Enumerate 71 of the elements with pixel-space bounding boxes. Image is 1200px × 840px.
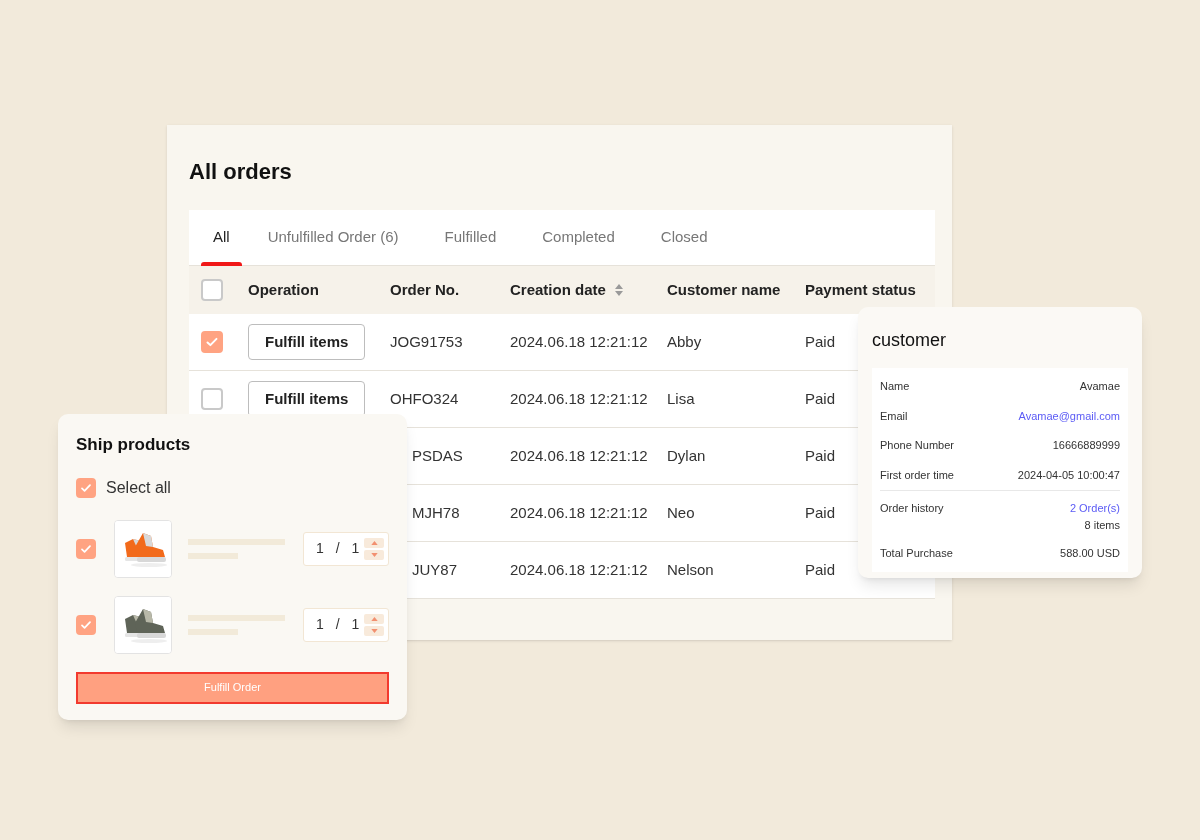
payment-status: Paid [805, 388, 836, 409]
payment-status: Paid [805, 502, 836, 523]
field-label: Phone Number [880, 438, 954, 453]
field-link[interactable]: Avamae@gmail.com [1018, 407, 1120, 424]
field-value: 588.00 USD [1060, 546, 1120, 561]
tab[interactable]: Unfulfilled Order (6) [255, 210, 411, 265]
field-label: Order history [880, 501, 944, 516]
customer-name: Nelson [667, 559, 714, 580]
creation-date: 2024.06.18 12:21:12 [510, 388, 648, 409]
fulfill-items-button[interactable]: Fulfill items [248, 381, 366, 417]
tab[interactable]: Closed [648, 210, 720, 265]
column-header: Operation [248, 279, 319, 300]
tab[interactable]: Fulfilled [432, 210, 509, 265]
checkbox[interactable] [76, 538, 96, 559]
creation-date: 2024.06.18 12:21:12 [510, 559, 648, 580]
customer-name: Dylan [667, 445, 706, 466]
creation-date: 2024.06.18 12:21:12 [510, 445, 648, 466]
column-header: Order No. [390, 279, 460, 300]
caret-up-icon [370, 540, 378, 545]
creation-date: 2024.06.18 12:21:12 [510, 331, 648, 352]
field-label: First order time [880, 467, 954, 483]
checkbox[interactable] [76, 477, 96, 498]
order-number: JOG91753 [390, 331, 463, 352]
field-note: 8 items [1084, 517, 1120, 533]
quantity-stepper[interactable]: 1 / 1 [303, 531, 389, 566]
field-label: Total Purchase [880, 546, 953, 561]
checkbox[interactable] [201, 331, 223, 353]
column-header: Creation date [510, 279, 606, 300]
panel-title: customer [872, 329, 947, 352]
field-value: 2024-04-05 10:00:47 [1017, 467, 1120, 483]
field-value: Avamae [1079, 379, 1120, 394]
column-header: Customer name [667, 279, 781, 300]
field-label: Email [880, 408, 908, 424]
column-header: Payment status [805, 279, 916, 300]
customer-name: Neo [667, 502, 695, 523]
increase-button[interactable] [364, 613, 384, 624]
order-number: JUY87 [412, 559, 458, 580]
payment-status: Paid [805, 331, 836, 352]
caret-down-icon [370, 628, 378, 633]
checkbox[interactable] [76, 614, 96, 635]
caret-down-icon [370, 552, 378, 557]
quantity-value: 1 / 1 [316, 615, 361, 634]
decrease-button[interactable] [364, 625, 384, 636]
quantity-stepper[interactable]: 1 / 1 [303, 607, 389, 642]
placeholder-bar [188, 552, 238, 559]
order-number: PSDAS [412, 445, 463, 466]
placeholder-bar [188, 628, 238, 635]
checkbox-label: Select all [106, 477, 171, 498]
quantity-value: 1 / 1 [316, 539, 361, 558]
checkbox[interactable] [201, 279, 223, 301]
customer-name: Abby [667, 331, 702, 352]
order-number: MJH78 [412, 502, 460, 523]
field-value: 16666889999 [1052, 438, 1120, 453]
field-label: Name [880, 379, 910, 394]
panel-title: Ship products [76, 434, 191, 456]
payment-status: Paid [805, 559, 836, 580]
decrease-button[interactable] [364, 549, 384, 560]
creation-date: 2024.06.18 12:21:12 [510, 502, 648, 523]
order-number: OHFO324 [390, 388, 459, 409]
tab[interactable]: Completed [530, 210, 627, 265]
tab[interactable]: All [201, 210, 242, 265]
field-link[interactable]: 2 Order(s) [1069, 500, 1120, 517]
increase-button[interactable] [364, 537, 384, 548]
customer-name: Lisa [667, 388, 695, 409]
active-tab-indicator [201, 262, 242, 266]
sort-icon[interactable] [613, 283, 624, 297]
page-title: All orders [189, 158, 292, 186]
fulfill-items-button[interactable]: Fulfill items [248, 324, 366, 360]
checkbox[interactable] [201, 388, 223, 410]
caret-up-icon [370, 616, 378, 621]
payment-status: Paid [805, 445, 836, 466]
